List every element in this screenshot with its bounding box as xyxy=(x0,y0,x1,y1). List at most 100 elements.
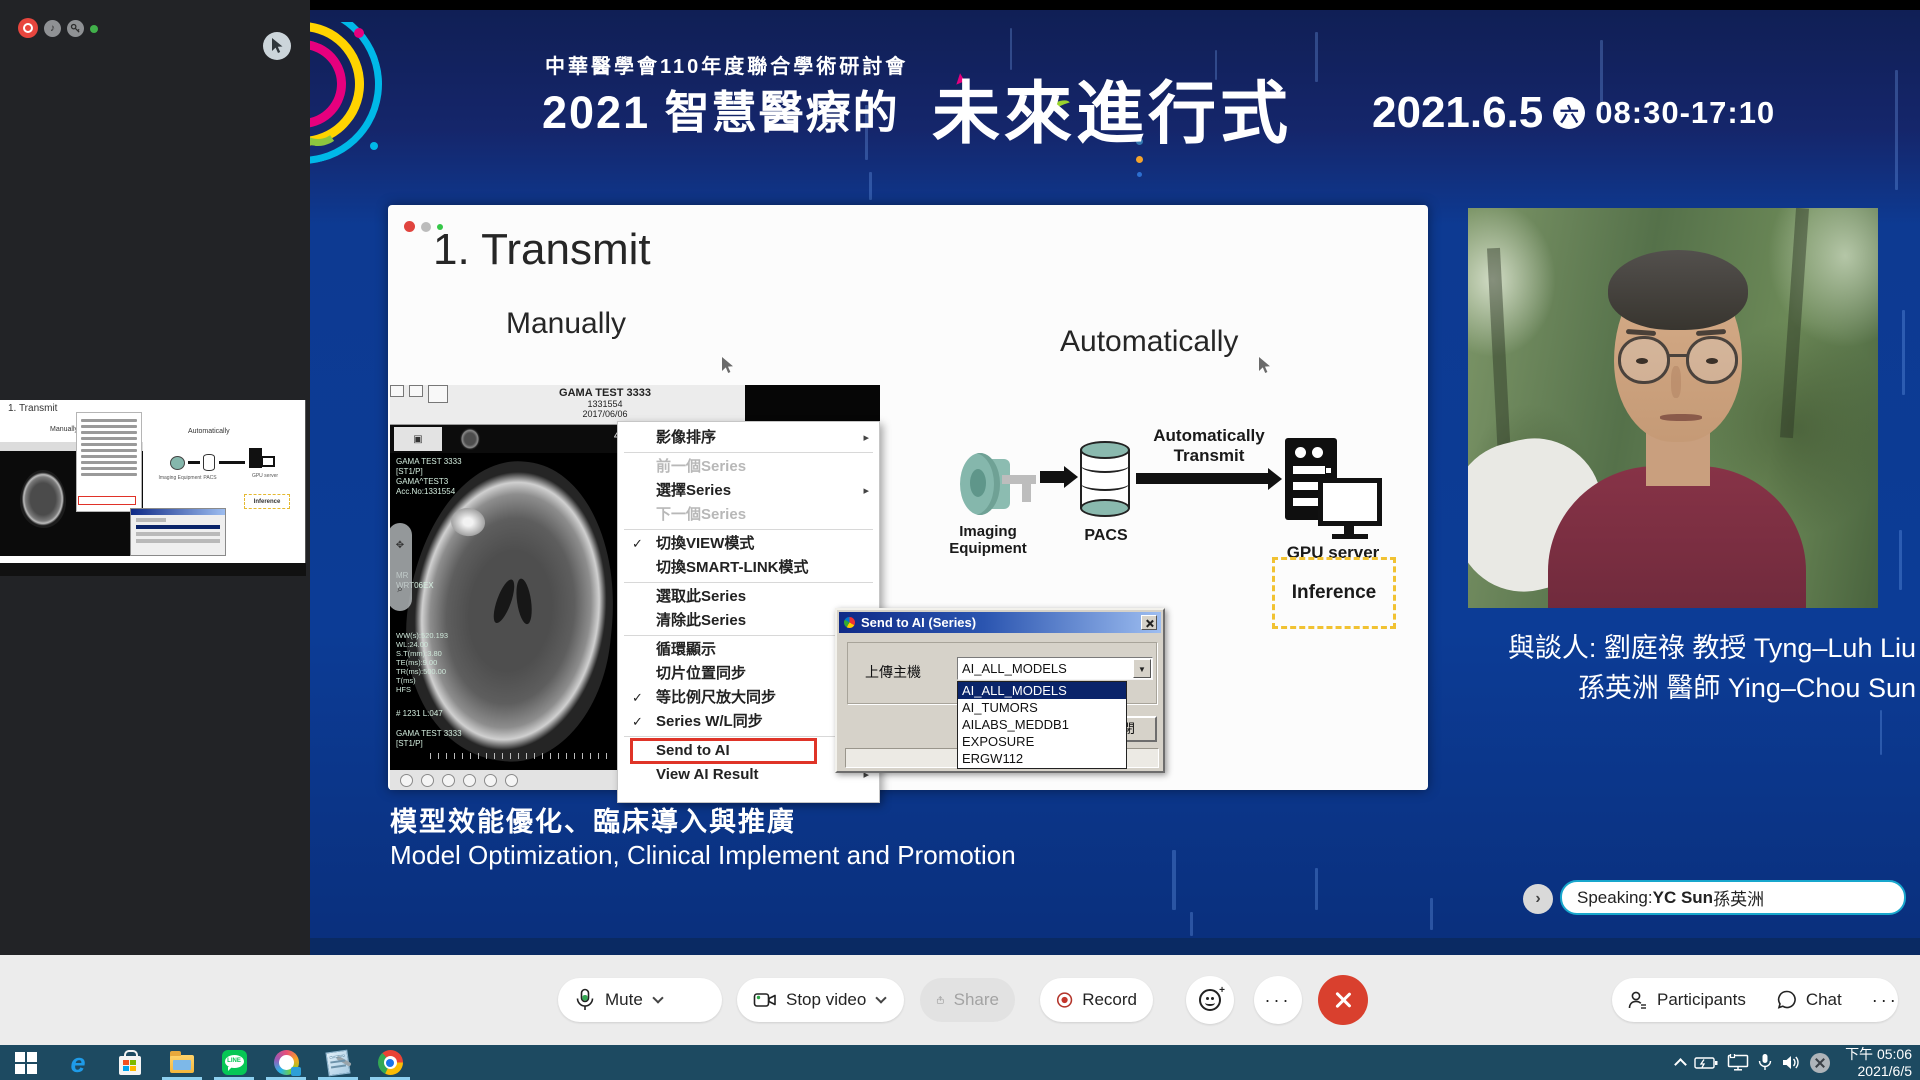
viewer-bottom-icon[interactable] xyxy=(484,774,497,787)
dropdown-option[interactable]: ERGW112 xyxy=(958,750,1126,767)
viewer-bottom-icon[interactable] xyxy=(421,774,434,787)
automatically-header: Automatically xyxy=(1060,325,1238,359)
series-thumbnail-image[interactable] xyxy=(460,428,480,450)
record-button[interactable]: Record xyxy=(1040,978,1153,1022)
windows-taskbar: e LINE xyxy=(0,1045,1920,1080)
share-button[interactable]: Share xyxy=(920,978,1015,1022)
taskbar-item-edge[interactable]: e xyxy=(52,1045,104,1080)
study-date: 2017/06/06 xyxy=(485,409,725,419)
pacs-icon xyxy=(1080,441,1130,517)
dropdown-option[interactable]: EXPOSURE xyxy=(958,733,1126,750)
viewer-bottom-icon[interactable] xyxy=(442,774,455,787)
shared-screen: 中華醫學會110年度聯合學術研討會 2021 智慧醫療的 未來進行式 2021.… xyxy=(310,10,1920,955)
viewer-layout-icon[interactable] xyxy=(428,385,448,403)
conference-logo xyxy=(310,22,445,182)
dropdown-option[interactable]: AI_TUMORS xyxy=(958,699,1126,716)
tray-chevron-up-icon[interactable] xyxy=(1674,1058,1687,1071)
reactions-button[interactable]: + xyxy=(1186,976,1234,1024)
imaging-equipment-table xyxy=(1002,475,1036,484)
taskbar-item-store[interactable] xyxy=(104,1045,156,1080)
chevron-down-icon[interactable] xyxy=(652,992,663,1003)
decoration-bar xyxy=(1190,912,1193,936)
menu-item-next-series[interactable]: 下一個Series xyxy=(618,503,879,527)
taskbar-item-file-explorer[interactable] xyxy=(156,1045,208,1080)
window-close-icon[interactable] xyxy=(404,221,415,232)
thumb-brain-image xyxy=(20,470,66,528)
menu-item-previous-series[interactable]: 前一個Series xyxy=(618,455,879,479)
audio-icon[interactable]: ♪ xyxy=(44,20,61,37)
participants-button[interactable]: Participants xyxy=(1612,978,1761,1022)
viewer-floating-tools[interactable]: ✥ ⌕ xyxy=(390,523,412,611)
panel-buttons: Participants Chat ··· xyxy=(1612,978,1898,1022)
window-minimize-icon[interactable] xyxy=(421,222,431,232)
thumb-pacs-label: PACS xyxy=(200,476,220,481)
menu-item-select-series[interactable]: 選擇Series▸ xyxy=(618,479,879,503)
decoration-bar xyxy=(1902,310,1905,395)
recording-indicator-icon[interactable] xyxy=(18,18,38,38)
speaker-icon[interactable] xyxy=(1781,1054,1801,1071)
chat-button[interactable]: Chat xyxy=(1761,978,1857,1022)
menu-item-toggle-view[interactable]: ✓切換VIEW模式 xyxy=(618,532,879,556)
zoom-icon[interactable]: ⌕ xyxy=(397,584,403,595)
nose xyxy=(1671,366,1681,398)
photo-app-icon xyxy=(274,1050,299,1075)
store-icon xyxy=(119,1056,141,1075)
slide-title: 1. Transmit xyxy=(433,225,651,275)
decoration-dot xyxy=(1136,156,1143,163)
dropdown-option[interactable]: AI_ALL_MODELS xyxy=(958,682,1126,699)
tray-status-x-icon[interactable] xyxy=(1810,1053,1830,1073)
windows-logo-icon xyxy=(15,1052,37,1074)
dialog-close-icon[interactable] xyxy=(1141,615,1157,630)
speaking-collapse-button[interactable]: › xyxy=(1523,884,1553,914)
stop-video-button[interactable]: Stop video xyxy=(737,978,904,1022)
connection-indicator-icon xyxy=(90,25,98,33)
camera-icon xyxy=(753,990,777,1010)
speaker-hair xyxy=(1608,250,1748,330)
remote-control-pointer-button[interactable] xyxy=(263,32,291,60)
display-icon[interactable] xyxy=(1727,1054,1749,1071)
more-options-button[interactable]: ··· xyxy=(1254,976,1302,1024)
more-panel-button[interactable]: ··· xyxy=(1857,978,1914,1022)
battery-icon[interactable] xyxy=(1694,1056,1718,1070)
leave-meeting-button[interactable] xyxy=(1318,975,1368,1025)
banner-date: 2021.6.5 xyxy=(1372,88,1543,138)
dropdown-option[interactable]: AILABS_MEDDB1 xyxy=(958,716,1126,733)
taskbar-item-notepad[interactable] xyxy=(312,1045,364,1080)
menu-item-pick-series[interactable]: 選取此Series xyxy=(618,585,879,609)
tray-microphone-icon[interactable] xyxy=(1758,1053,1772,1072)
smiley-plus-icon: + xyxy=(1199,989,1221,1011)
shared-screen-thumbnail[interactable]: 1. Transmit Manually Automatically Imagi… xyxy=(0,400,306,563)
speaker-video-tile xyxy=(1468,208,1878,608)
viewer-tool-icon[interactable] xyxy=(390,385,404,397)
thumb-monitor-icon xyxy=(261,456,275,467)
start-button[interactable] xyxy=(0,1045,52,1080)
decoration-bar xyxy=(1315,868,1318,910)
close-icon xyxy=(1333,990,1353,1010)
viewer-bottom-icon[interactable] xyxy=(505,774,518,787)
chevron-down-icon[interactable] xyxy=(876,992,887,1003)
taskbar-item-chrome[interactable] xyxy=(364,1045,416,1080)
viewer-bottom-icon[interactable] xyxy=(400,774,413,787)
viewer-tool-icon[interactable] xyxy=(409,385,423,397)
viewer-camera-icon[interactable]: ▣ xyxy=(394,427,442,451)
mute-button[interactable]: Mute xyxy=(558,978,722,1022)
record-icon xyxy=(1056,990,1073,1010)
highlight-box xyxy=(630,738,817,764)
menu-item-sort[interactable]: 影像排序▸ xyxy=(618,426,879,450)
combobox-dropdown-icon[interactable]: ▼ xyxy=(1133,659,1151,678)
viewer-bottom-icon[interactable] xyxy=(463,774,476,787)
taskbar-clock[interactable]: 下午 05:06 2021/6/5 xyxy=(1839,1046,1912,1080)
session-title-zh: 模型效能優化、臨床導入與推廣 xyxy=(390,800,796,839)
taskbar-item-line[interactable]: LINE xyxy=(208,1045,260,1080)
pan-icon[interactable]: ✥ xyxy=(396,540,404,551)
thumb-send-to-ai-highlight xyxy=(78,496,136,505)
thumb-arrow xyxy=(219,461,245,464)
thumb-dialog xyxy=(130,508,226,556)
decoration-bar xyxy=(1430,898,1433,930)
dialog-app-icon xyxy=(844,617,855,628)
model-combobox[interactable]: AI_ALL_MODELS ▼ xyxy=(957,657,1153,680)
menu-item-toggle-smartlink[interactable]: 切換SMART-LINK模式 xyxy=(618,556,879,580)
taskbar-item-photo-app[interactable] xyxy=(260,1045,312,1080)
encryption-key-icon[interactable] xyxy=(67,20,84,37)
dialog-titlebar[interactable]: Send to AI (Series) xyxy=(839,612,1161,633)
